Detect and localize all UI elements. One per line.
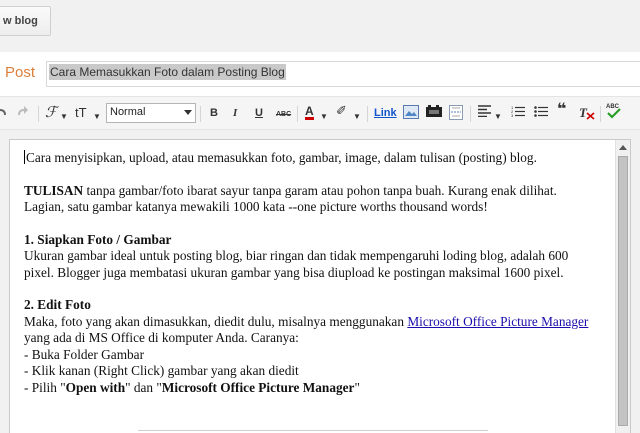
bold-button[interactable]: B (210, 105, 218, 121)
editor-scrollbar[interactable] (615, 140, 630, 433)
list-item-text: " (354, 379, 360, 395)
heading-text: 2. Edit Foto (24, 297, 91, 312)
list-item: - Pilih "Open with" dan "Microsoft Offic… (24, 380, 599, 397)
format-select[interactable]: Normal (106, 103, 196, 123)
bold-text: Microsoft Office Picture Manager (161, 379, 355, 395)
svg-text:3: 3 (511, 113, 514, 117)
paragraph: Cara menyisipkan, upload, atau memasukka… (24, 150, 599, 167)
post-body-editor[interactable]: Cara menyisipkan, upload, atau memasukka… (9, 139, 631, 433)
text-caret (24, 150, 25, 164)
insert-jump-break-icon[interactable] (449, 105, 463, 120)
font-color-button[interactable]: A (305, 105, 314, 120)
top-bar: w blog (0, 0, 640, 52)
section-heading: 1. Siapkan Foto / Gambar (24, 232, 599, 249)
font-family-dropdown-icon[interactable]: ▼ (60, 109, 68, 125)
toolbar-divider (297, 106, 298, 122)
toolbar-divider (367, 106, 368, 122)
undo-icon[interactable] (0, 105, 8, 119)
toolbar-divider (200, 106, 201, 122)
highlight-color-icon[interactable]: ✐ (336, 103, 347, 119)
spellcheck-label: ABC (606, 104, 620, 110)
list-item-text: " dan " (125, 379, 162, 395)
italic-button[interactable]: I (233, 105, 237, 121)
post-title-input[interactable]: Cara Memasukkan Foto dalam Posting Blog (46, 61, 640, 87)
picture-manager-link[interactable]: Microsoft Office Picture Manager (407, 314, 588, 329)
section-heading: 2. Edit Foto (24, 297, 599, 314)
post-body-content[interactable]: Cara menyisipkan, upload, atau memasukka… (24, 150, 599, 396)
post-title-row: Post Cara Memasukkan Foto dalam Posting … (0, 52, 640, 96)
heading-text: 1. Siapkan Foto / Gambar (24, 231, 172, 247)
font-size-icon[interactable]: tT (75, 105, 87, 121)
list-item: - Klik kanan (Right Click) gambar yang a… (24, 363, 299, 378)
chevron-down-icon (184, 110, 192, 115)
list-item: - Buka Folder Gambar (24, 346, 145, 362)
font-family-icon[interactable]: ℱ (45, 105, 57, 121)
remove-formatting-icon[interactable]: T (579, 105, 595, 120)
paragraph-text: yang ada di MS Office di komputer Anda. … (24, 330, 299, 345)
align-icon[interactable] (478, 105, 491, 117)
paragraph: TULISAN tanpa gambar/foto ibarat sayur t… (24, 183, 599, 216)
toolbar-divider (470, 106, 471, 122)
paragraph-text: Cara menyisipkan, upload, atau memasukka… (26, 150, 537, 165)
strikethrough-button[interactable]: ABC (276, 107, 291, 123)
quote-icon[interactable]: ❝ (557, 102, 566, 118)
paragraph-text: tanpa gambar/foto ibarat sayur tanpa gar… (24, 182, 557, 215)
scroll-thumb[interactable] (618, 156, 628, 426)
bulleted-list-icon[interactable] (534, 105, 548, 117)
bold-text: Open with (65, 379, 126, 395)
underline-button[interactable]: U (255, 105, 263, 121)
link-button[interactable]: Link (374, 105, 397, 121)
new-blog-button[interactable]: w blog (0, 6, 51, 36)
format-select-value: Normal (110, 106, 146, 118)
font-size-dropdown-icon[interactable]: ▼ (93, 109, 101, 125)
post-label: Post (5, 64, 36, 81)
paragraph: Ukuran gambar ideal untuk posting blog, … (24, 248, 569, 280)
post-title-value: Cara Memasukkan Foto dalam Posting Blog (49, 64, 286, 80)
spellcheck-icon[interactable]: ABC (606, 102, 622, 120)
toolbar-divider (600, 106, 601, 122)
insert-video-icon[interactable] (426, 105, 442, 119)
numbered-list-icon[interactable]: 123 (511, 105, 525, 117)
align-dropdown-icon[interactable]: ▼ (494, 109, 502, 125)
redo-icon[interactable] (16, 105, 28, 119)
highlight-dropdown-icon[interactable]: ▼ (353, 109, 361, 125)
paragraph: Maka, foto yang akan dimasukkan, diedit … (24, 314, 599, 347)
scroll-up-arrow-icon[interactable] (619, 145, 627, 150)
svg-text:T: T (579, 105, 588, 120)
insert-image-icon[interactable] (403, 105, 419, 119)
paragraph-text: Maka, foto yang akan dimasukkan, diedit … (24, 313, 408, 329)
toolbar-divider (38, 106, 39, 122)
editor-toolbar: ℱ ▼ tT ▼ Normal B I U ABC A ▼ ✐ ▼ Link ▼… (0, 96, 640, 130)
font-color-dropdown-icon[interactable]: ▼ (320, 109, 328, 125)
bold-text: TULISAN (24, 182, 84, 198)
list-item-text: - Pilih " (24, 379, 66, 395)
